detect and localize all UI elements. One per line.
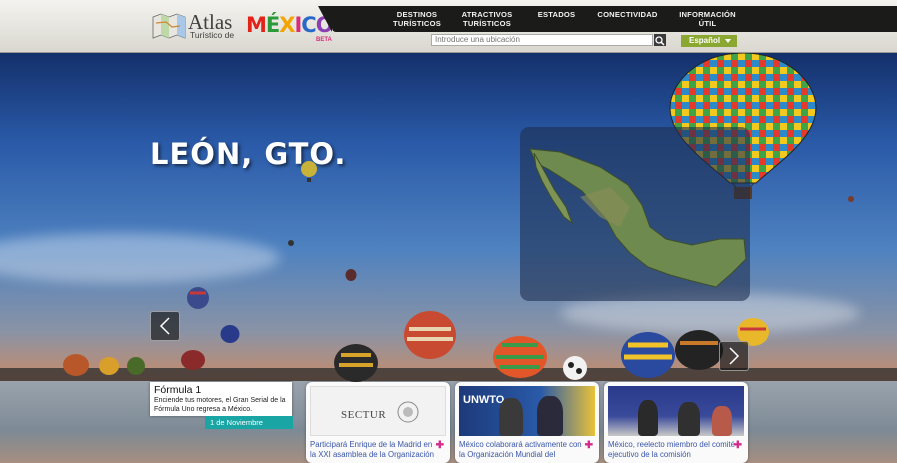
mexico-seal-icon (397, 401, 419, 423)
nav-conectividad[interactable]: CONECTIVIDAD (590, 10, 665, 19)
featured-news[interactable]: Fórmula 1 Enciende tus motores, el Gran … (150, 382, 292, 416)
nav-destinos-line2: TURÍSTICOS (393, 19, 441, 28)
hot-air-balloon (675, 330, 723, 370)
logo-letter-x: X (279, 13, 295, 37)
chevron-right-icon (729, 347, 740, 365)
featured-news-description: Enciende tus motores, el Gran Serial de … (154, 397, 286, 413)
news-card-image: SECTUR (310, 386, 446, 436)
hot-air-balloon (187, 287, 209, 309)
news-card-image (608, 386, 744, 436)
logo-atlas-text: Atlas (188, 10, 233, 34)
plus-icon[interactable]: ✚ (734, 440, 742, 451)
site-logo[interactable]: Atlas Turístico de MÉXICO BETA (150, 12, 340, 46)
person-figure (712, 406, 732, 436)
hot-air-balloon (181, 350, 205, 370)
logo-letter-e: É (265, 13, 280, 37)
nav-destinos-line1: DESTINOS (396, 10, 438, 19)
hot-air-balloon (493, 336, 547, 378)
hot-air-balloon (288, 240, 294, 246)
language-select[interactable]: Español (681, 35, 737, 47)
hot-air-balloon (334, 344, 378, 382)
hot-air-balloon (127, 357, 145, 375)
logo-subtitle: Turístico de (190, 30, 235, 40)
chevron-left-icon (159, 317, 170, 335)
news-card[interactable]: México, reelecto miembro del comité ejec… (604, 382, 748, 463)
logo-letter-m: M (246, 13, 267, 37)
map-logo-icon (152, 13, 186, 39)
hot-air-balloon (301, 161, 317, 182)
nav-informacion-line2: ÚTIL (698, 19, 717, 28)
nav-atractivos[interactable]: ATRACTIVOS TURÍSTICOS (452, 10, 522, 28)
cloud-decoration (0, 233, 280, 283)
main-nav: DESTINOS TURÍSTICOS ATRACTIVOS TURÍSTICO… (318, 6, 897, 32)
mexico-map-image (529, 148, 747, 288)
news-card-image: UNWTO (459, 386, 595, 436)
chevron-down-icon (725, 39, 731, 43)
plus-icon[interactable]: ✚ (436, 440, 444, 451)
site-header: Atlas Turístico de MÉXICO BETA DESTINOS … (0, 0, 897, 53)
hot-air-balloon (848, 196, 854, 202)
nav-estados[interactable]: ESTADOS (524, 10, 589, 19)
slider-prev-button[interactable] (150, 311, 180, 341)
hot-air-balloon (63, 354, 89, 376)
nav-conectividad-line1: CONECTIVIDAD (597, 10, 658, 19)
slider-next-button[interactable] (719, 341, 749, 371)
search-button[interactable] (654, 34, 666, 46)
nav-atractivos-line1: ATRACTIVOS (461, 10, 513, 19)
person-figure (499, 398, 523, 436)
unwto-logo: UNWTO (463, 394, 505, 406)
logo-letter-i: I (294, 13, 302, 37)
hot-air-balloon (404, 311, 456, 359)
language-label: Español (689, 36, 721, 45)
person-figure (678, 402, 700, 436)
nav-destinos[interactable]: DESTINOS TURÍSTICOS (382, 10, 452, 28)
featured-news-title: Fórmula 1 (154, 384, 202, 396)
beta-badge: BETA (316, 37, 332, 43)
nav-informacion[interactable]: INFORMACIÓN ÚTIL (670, 10, 745, 28)
featured-news-date: 1 de Noviembre (205, 416, 293, 429)
person-figure (537, 396, 563, 436)
mexico-map-panel[interactable] (520, 127, 750, 301)
search-input[interactable] (431, 34, 653, 46)
nav-atractivos-line2: TURÍSTICOS (463, 19, 511, 28)
hot-air-balloon (220, 325, 240, 343)
logo-letter-c: C (301, 13, 316, 37)
news-card-text: Participará Enrique de la Madrid en la X… (310, 440, 434, 459)
hot-air-balloon (99, 357, 119, 375)
person-figure (638, 400, 658, 436)
sectur-logo: SECTUR (341, 409, 387, 421)
news-card-text: México colaborará activamente con la Org… (459, 440, 582, 459)
news-card-text: México, reelecto miembro del comité ejec… (608, 440, 735, 459)
hot-air-balloon (621, 332, 675, 378)
nav-informacion-line1: INFORMACIÓN (679, 10, 736, 19)
search-icon (655, 36, 665, 46)
hot-air-balloon (563, 356, 587, 380)
news-card[interactable]: SECTUR Participará Enrique de la Madrid … (306, 382, 450, 463)
plus-icon[interactable]: ✚ (585, 440, 593, 451)
nav-estados-line1: ESTADOS (537, 10, 576, 19)
hot-air-balloon (345, 269, 357, 281)
news-card[interactable]: UNWTO México colaborará activamente con … (455, 382, 599, 463)
